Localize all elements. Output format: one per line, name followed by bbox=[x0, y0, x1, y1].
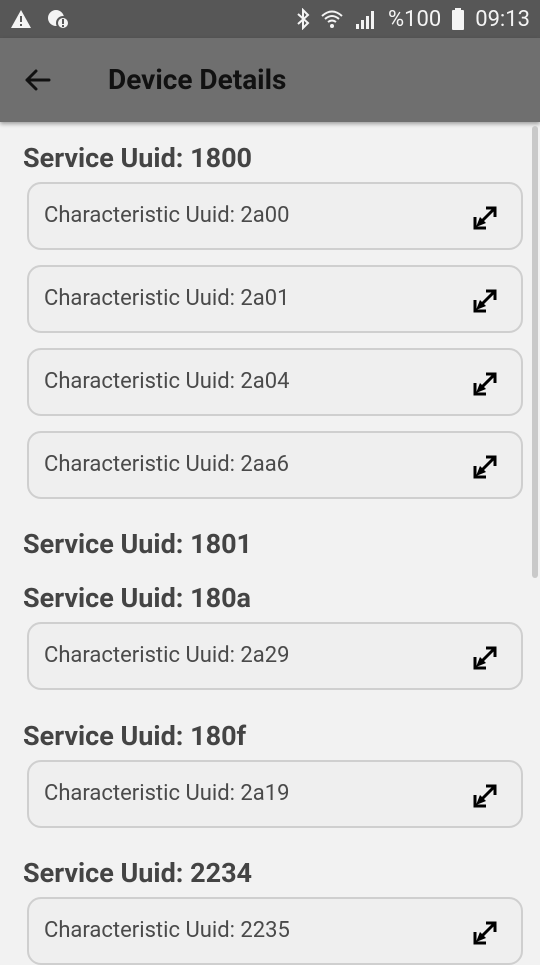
battery-percentage: %100 bbox=[387, 6, 442, 32]
characteristic-card[interactable]: Characteristic Uuid: 2a19 bbox=[27, 760, 523, 828]
status-bar-right: %100 09:13 bbox=[296, 0, 530, 38]
page-title: Device Details bbox=[108, 63, 287, 96]
service-header: Service Uuid: 180a bbox=[23, 582, 252, 614]
app-bar: Device Details bbox=[0, 38, 540, 122]
characteristic-card[interactable]: Characteristic Uuid: 2aa6 bbox=[27, 431, 523, 499]
status-bar: %100 09:13 bbox=[0, 0, 540, 38]
bluetooth-icon bbox=[296, 8, 310, 30]
edit-icon[interactable] bbox=[471, 370, 499, 398]
characteristic-label: Characteristic Uuid: 2a04 bbox=[44, 369, 290, 394]
alert-chat-icon bbox=[46, 8, 70, 30]
edit-icon[interactable] bbox=[471, 644, 499, 672]
characteristic-card[interactable]: Characteristic Uuid: 2a04 bbox=[27, 348, 523, 416]
characteristic-label: Characteristic Uuid: 2a01 bbox=[44, 286, 290, 311]
edit-icon[interactable] bbox=[471, 782, 499, 810]
battery-icon bbox=[451, 7, 465, 31]
clock: 09:13 bbox=[475, 6, 530, 32]
edit-icon[interactable] bbox=[471, 204, 499, 232]
characteristic-label: Characteristic Uuid: 2a00 bbox=[44, 203, 290, 228]
characteristic-card[interactable]: Characteristic Uuid: 2a01 bbox=[27, 265, 523, 333]
wifi-icon bbox=[320, 8, 344, 30]
status-bar-left bbox=[10, 0, 70, 38]
edit-icon[interactable] bbox=[471, 287, 499, 315]
warning-icon bbox=[10, 9, 32, 29]
characteristic-card[interactable]: Characteristic Uuid: 2a00 bbox=[27, 182, 523, 250]
edit-icon[interactable] bbox=[471, 919, 499, 947]
back-button[interactable] bbox=[18, 61, 56, 99]
service-header: Service Uuid: 180f bbox=[23, 720, 247, 752]
characteristic-label: Characteristic Uuid: 2a29 bbox=[44, 643, 290, 668]
arrow-back-icon bbox=[25, 69, 51, 91]
signal-icon bbox=[354, 8, 378, 30]
characteristic-label: Characteristic Uuid: 2235 bbox=[44, 918, 290, 943]
characteristic-label: Characteristic Uuid: 2aa6 bbox=[44, 452, 290, 477]
service-header: Service Uuid: 1801 bbox=[23, 528, 253, 560]
service-header: Service Uuid: 2234 bbox=[23, 857, 253, 889]
scrollbar[interactable] bbox=[532, 126, 538, 578]
edit-icon[interactable] bbox=[471, 453, 499, 481]
characteristic-card[interactable]: Characteristic Uuid: 2a29 bbox=[27, 622, 523, 690]
characteristic-label: Characteristic Uuid: 2a19 bbox=[44, 781, 290, 806]
characteristic-card[interactable]: Characteristic Uuid: 2235 bbox=[27, 897, 523, 965]
service-header: Service Uuid: 1800 bbox=[23, 142, 253, 174]
